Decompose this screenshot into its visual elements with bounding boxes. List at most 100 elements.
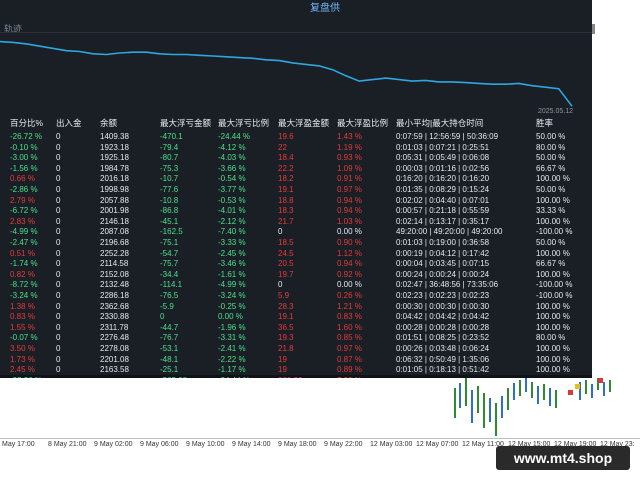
cell-balance: 1923.18 [100,142,129,152]
time-axis-label: May 17:00 [2,441,35,448]
cell-max-loss-ratio: -0.53 % [218,195,246,205]
cell-percent: 1.38 % [10,301,35,311]
cell-max-profit: 18.8 [278,195,294,205]
cell-max-loss: -162.5 [160,227,183,237]
cell-max-profit-ratio: 0.94 % [337,206,362,216]
cell-winrate: 100.00 % [536,248,570,258]
table-row: 0.83 % 0 2330.88 0 0.00 % 19.1 0.83 % 0:04:42 |… [0,311,592,322]
cell-max-profit-ratio: 1.09 % [337,163,362,173]
cell-deposit: 0 [56,259,61,269]
cell-balance: 2163.58 [100,365,129,375]
cell-max-profit-ratio: 0.94 % [337,195,362,205]
cell-max-loss: -53.1 [160,344,179,353]
cell-max-profit: 0 [278,227,283,237]
cell-max-loss-ratio: -4.03 % [218,153,246,163]
cell-deposit: 0 [56,354,61,364]
cell-winrate: 100.00 % [536,312,570,322]
cell-percent: 2.79 % [10,195,35,205]
cell-max-loss-ratio: -4.99 % [218,280,246,290]
cell-winrate: 100.00 % [536,195,570,205]
col-header-winrate: 胜率 [536,118,554,128]
cell-winrate: 50.00 % [536,153,566,163]
trade-marker [598,378,603,383]
cell-max-profit-ratio: 0.26 % [337,291,362,300]
cell-deposit: 0 [56,344,61,353]
cell-winrate: 80.00 % [536,333,566,343]
cell-max-loss: -77.6 [160,185,179,194]
cell-max-loss-ratio: -3.66 % [218,163,246,173]
table-row: -3.00 % 0 1925.18 -80.7 -4.03 % 18.4 0.93 % 0:0… [0,152,592,163]
cell-max-loss: -48.1 [160,354,179,364]
cell-max-loss: -75.1 [160,238,179,247]
cell-max-loss-ratio: -24.44 % [218,132,251,141]
cell-winrate: 100.00 % [536,322,570,332]
cell-balance: 2152.08 [100,269,129,279]
cell-max-loss: -79.4 [160,142,179,152]
col-header-max-profit-ratio: 最大浮盈比例 [337,118,389,128]
col-header-percent: 百分比% [10,118,44,128]
cell-max-profit: 19.7 [278,269,294,279]
cell-percent: 0.51 % [10,248,35,258]
cell-max-profit: 20.5 [278,259,294,269]
col-header-max-loss: 最大浮亏金额 [160,118,212,128]
col-header-deposit: 出入金 [56,118,82,128]
cell-percent: 1.55 % [10,322,35,332]
cell-hold-time: 0:06:32 | 0:50:49 | 1:35:06 [396,354,490,364]
cell-balance: 1925.18 [100,153,129,163]
cell-max-profit: 19.1 [278,185,294,194]
cell-hold-time: 0:01:51 | 0:08:25 | 0:23:52 [396,333,490,343]
cell-max-profit: 19 [278,365,287,375]
table-row: -2.86 % 0 1998.98 -77.6 -3.77 % 19.1 0.97 % 0:0… [0,184,592,195]
time-axis-label: 12 May 03:00 [370,441,413,448]
cell-winrate: 66.67 % [536,163,566,173]
cell-max-loss: -75.3 [160,163,179,173]
cell-winrate: 66.67 % [536,259,566,269]
time-axis-label: 9 May 18:00 [278,441,317,448]
cell-winrate: 33.33 % [536,206,566,216]
cell-max-profit-ratio: 0.00 % [337,227,362,237]
cell-deposit: 0 [56,280,61,290]
stats-table: 百分比% 出入金 余额 最大浮亏金额 最大浮亏比例 最大浮盈金额 最大浮盈比例 … [0,118,592,378]
cell-winrate: -100.00 % [536,291,573,300]
cell-max-profit-ratio: 0.91 % [337,174,362,184]
cell-max-loss-ratio: -4.01 % [218,206,246,216]
cell-winrate: 50.00 % [536,132,566,141]
cell-max-loss: -114.1 [160,280,183,290]
cell-deposit: 0 [56,185,61,194]
cell-balance: 2311.78 [100,322,129,332]
cell-max-profit-ratio: 0.00 % [337,280,362,290]
cell-hold-time: 0:01:03 | 0:07:21 | 0:25:51 [396,142,490,152]
cell-deposit: 0 [56,142,61,152]
equity-curve [0,32,592,107]
table-header: 百分比% 出入金 余额 最大浮亏金额 最大浮亏比例 最大浮盈金额 最大浮盈比例 … [0,118,592,129]
cell-max-profit: 21.7 [278,216,294,226]
cell-hold-time: 0:00:26 | 0:03:48 | 0:06:24 [396,344,490,353]
cell-max-profit: 18.5 [278,238,294,247]
cell-max-loss-ratio: -3.33 % [218,238,246,247]
trade-marker [575,384,580,389]
cell-hold-time: 0:00:03 | 0:01:16 | 0:02:56 [396,163,490,173]
cell-max-loss: 0 [160,312,165,322]
cell-max-profit: 22.2 [278,163,294,173]
cell-balance: 2057.88 [100,195,129,205]
cell-percent: -6.72 % [10,206,38,216]
cell-max-loss-ratio: -2.12 % [218,216,246,226]
cell-max-loss: -470.1 [160,132,183,141]
cell-max-loss-ratio: -3.24 % [218,291,246,300]
time-axis-label: 9 May 22:00 [324,441,363,448]
cell-percent: -4.99 % [10,227,38,237]
cell-max-loss-ratio: -7.40 % [218,227,246,237]
cell-max-profit-ratio: 0.87 % [337,354,362,364]
cell-percent: 2.83 % [10,216,35,226]
cell-hold-time: 0:04:42 | 0:04:42 | 0:04:42 [396,312,490,322]
cell-max-profit: 0 [278,280,283,290]
table-row: 0.51 % 0 2252.28 -54.7 -2.45 % 24.5 1.12 % 0:00… [0,248,592,259]
cell-percent: 0.83 % [10,312,35,322]
trade-marker [568,390,573,395]
cell-winrate: 100.00 % [536,354,570,364]
cell-max-loss-ratio: 0.00 % [218,312,243,322]
cell-balance: 2276.48 [100,333,129,343]
cell-max-loss-ratio: -3.31 % [218,333,246,343]
cell-balance: 2362.68 [100,301,129,311]
cell-hold-time: 0:16:20 | 0:16:20 | 0:16:20 [396,174,490,184]
